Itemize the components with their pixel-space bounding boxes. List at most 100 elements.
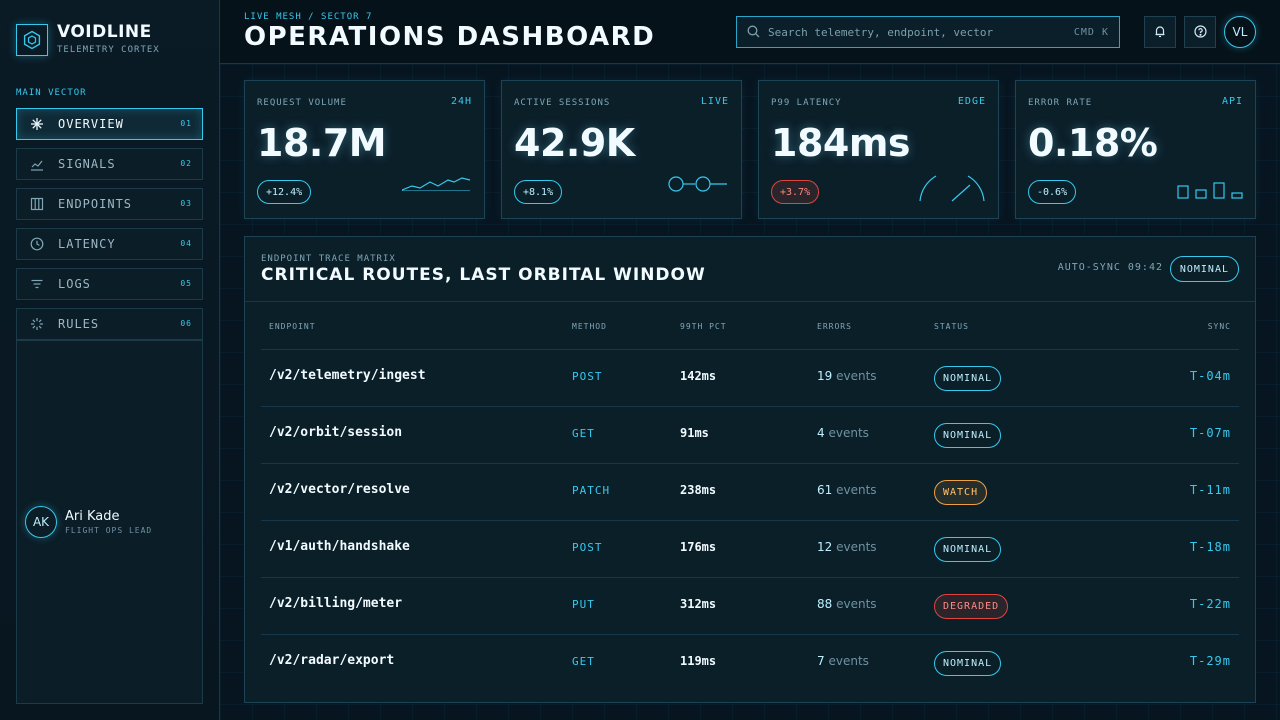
column-header-sync[interactable]: SYNC: [1208, 322, 1231, 331]
kpi-label: P99 LATENCY: [771, 98, 842, 108]
kpi-delta-badge: +8.1%: [514, 180, 563, 204]
kpi-label: ERROR RATE: [1028, 98, 1093, 108]
user-name: Ari Kade: [65, 508, 120, 524]
kpi-card-error-rate[interactable]: ERROR RATE API 0.18% -0.6%: [1015, 80, 1256, 219]
table-row[interactable]: /v2/vector/resolve PATCH 238ms 61 events…: [261, 464, 1239, 521]
columns-icon: [29, 196, 45, 212]
http-method: GET: [572, 655, 595, 668]
brand[interactable]: VOIDLINE TELEMETRY CORTEX: [16, 23, 160, 56]
sidebar-item-number: 06: [180, 319, 192, 328]
sidebar-item-label: LATENCY: [58, 237, 116, 251]
error-count-unit: events: [836, 597, 877, 611]
p99-value: 142ms: [680, 369, 717, 383]
error-count: 61 events: [817, 483, 877, 497]
sidebar-item-number: 02: [180, 159, 192, 168]
p99-value: 312ms: [680, 597, 717, 611]
error-count-unit: events: [836, 540, 877, 554]
kpi-delta-badge: -0.6%: [1028, 180, 1077, 204]
column-header-status[interactable]: STATUS: [934, 322, 969, 331]
sparkle-icon: [29, 116, 45, 132]
sidebar-item-logs[interactable]: LOGS 05: [16, 268, 203, 300]
brand-name: VOIDLINE: [57, 22, 152, 42]
endpoint-path: /v2/billing/meter: [269, 596, 403, 611]
http-method: PUT: [572, 598, 595, 611]
sidebar-item-overview[interactable]: OVERVIEW 01: [16, 108, 203, 140]
account-avatar[interactable]: VL: [1224, 16, 1256, 48]
kpi-period-tag: 24H: [450, 96, 472, 107]
column-header-errors[interactable]: ERRORS: [817, 322, 852, 331]
error-count-value: 61: [817, 483, 833, 497]
sidebar-item-endpoints[interactable]: ENDPOINTS 03: [16, 188, 203, 220]
endpoint-path: /v2/telemetry/ingest: [269, 368, 426, 383]
kpi-card-active-sessions[interactable]: ACTIVE SESSIONS LIVE 42.9K +8.1%: [501, 80, 742, 219]
table-row[interactable]: /v2/radar/export GET 119ms 7 events NOMI…: [261, 635, 1239, 692]
endpoint-path: /v2/orbit/session: [269, 425, 403, 440]
auto-sync-label: AUTO-SYNC 09:42: [1057, 262, 1163, 273]
sidebar-item-latency[interactable]: LATENCY 04: [16, 228, 203, 260]
kpi-period-tag: EDGE: [957, 96, 986, 107]
column-header-method[interactable]: METHOD: [572, 322, 607, 331]
endpoint-path: /v1/auth/handshake: [269, 539, 410, 554]
gauge-icon: [919, 175, 985, 202]
search-icon: [747, 23, 760, 42]
search-box[interactable]: CMD K: [736, 16, 1120, 48]
sidebar-item-rules[interactable]: RULES 06: [16, 308, 203, 340]
kpi-delta-badge: +3.7%: [771, 180, 820, 204]
bell-icon: [1154, 23, 1166, 42]
kpi-card-request-volume[interactable]: REQUEST VOLUME 24H 18.7M +12.4%: [244, 80, 485, 219]
table-row[interactable]: /v1/auth/handshake POST 176ms 12 events …: [261, 521, 1239, 578]
kpi-card-p99-latency[interactable]: P99 LATENCY EDGE 184ms +3.7%: [758, 80, 999, 219]
sidebar-nav: OVERVIEW 01 SIGNALS 02 ENDPOINTS 03 LATE…: [16, 108, 203, 348]
column-header-endpoint[interactable]: ENDPOINT: [269, 322, 316, 331]
endpoint-table: ENDPOINT METHOD 99TH PCT ERRORS STATUS S…: [261, 302, 1239, 692]
kpi-label: REQUEST VOLUME: [257, 98, 347, 108]
page-title: OPERATIONS DASHBOARD: [244, 22, 656, 52]
http-method: POST: [572, 541, 603, 554]
help-icon: [1193, 23, 1207, 42]
status-badge: NOMINAL: [934, 423, 1002, 448]
p99-value: 119ms: [680, 654, 717, 668]
clock-icon: [29, 236, 45, 252]
breadcrumb[interactable]: LIVE MESH / SECTOR 7: [244, 12, 372, 22]
sidebar-item-number: 05: [180, 279, 192, 288]
http-method: GET: [572, 427, 595, 440]
error-count: 88 events: [817, 597, 877, 611]
column-header-p99[interactable]: 99TH PCT: [680, 322, 727, 331]
table-row[interactable]: /v2/telemetry/ingest POST 142ms 19 event…: [261, 350, 1239, 407]
sync-time: T-11m: [1189, 483, 1231, 497]
http-method: POST: [572, 370, 603, 383]
error-count-value: 19: [817, 369, 833, 383]
p99-value: 238ms: [680, 483, 717, 497]
error-count: 7 events: [817, 654, 869, 668]
table-row[interactable]: /v2/orbit/session GET 91ms 4 events NOMI…: [261, 407, 1239, 464]
status-badge: NOMINAL: [934, 366, 1002, 391]
node-chain-icon: [668, 176, 727, 192]
sidebar-item-label: LOGS: [58, 277, 91, 291]
error-count-value: 7: [817, 654, 825, 668]
error-count-unit: events: [836, 483, 877, 497]
nav-section-title: MAIN VECTOR: [16, 88, 87, 98]
sidebar-item-label: SIGNALS: [58, 157, 116, 171]
kpi-value: 0.18%: [1028, 121, 1158, 165]
brand-subtitle: TELEMETRY CORTEX: [57, 45, 160, 55]
table-row[interactable]: /v2/billing/meter PUT 312ms 88 events DE…: [261, 578, 1239, 635]
search-input[interactable]: [768, 25, 1074, 39]
help-button[interactable]: [1184, 16, 1216, 48]
error-count-value: 12: [817, 540, 833, 554]
sidebar-item-signals[interactable]: SIGNALS 02: [16, 148, 203, 180]
bars-icon: [1177, 182, 1243, 199]
main-content: LIVE MESH / SECTOR 7 OPERATIONS DASHBOAR…: [220, 0, 1280, 720]
user-profile[interactable]: AK Ari Kade FLIGHT OPS LEAD: [25, 506, 152, 538]
error-count: 12 events: [817, 540, 877, 554]
status-badge: NOMINAL: [934, 537, 1002, 562]
error-count-unit: events: [828, 426, 869, 440]
error-count: 19 events: [817, 369, 877, 383]
status-badge: DEGRADED: [934, 594, 1009, 619]
search-shortcut: CMD K: [1073, 26, 1109, 38]
app: VOIDLINE TELEMETRY CORTEX MAIN VECTOR OV…: [0, 0, 1280, 720]
kpi-delta-badge: +12.4%: [257, 180, 312, 204]
sparkline-icon: [402, 177, 471, 191]
notifications-button[interactable]: [1144, 16, 1176, 48]
error-count-unit: events: [828, 654, 869, 668]
error-count-unit: events: [836, 369, 877, 383]
